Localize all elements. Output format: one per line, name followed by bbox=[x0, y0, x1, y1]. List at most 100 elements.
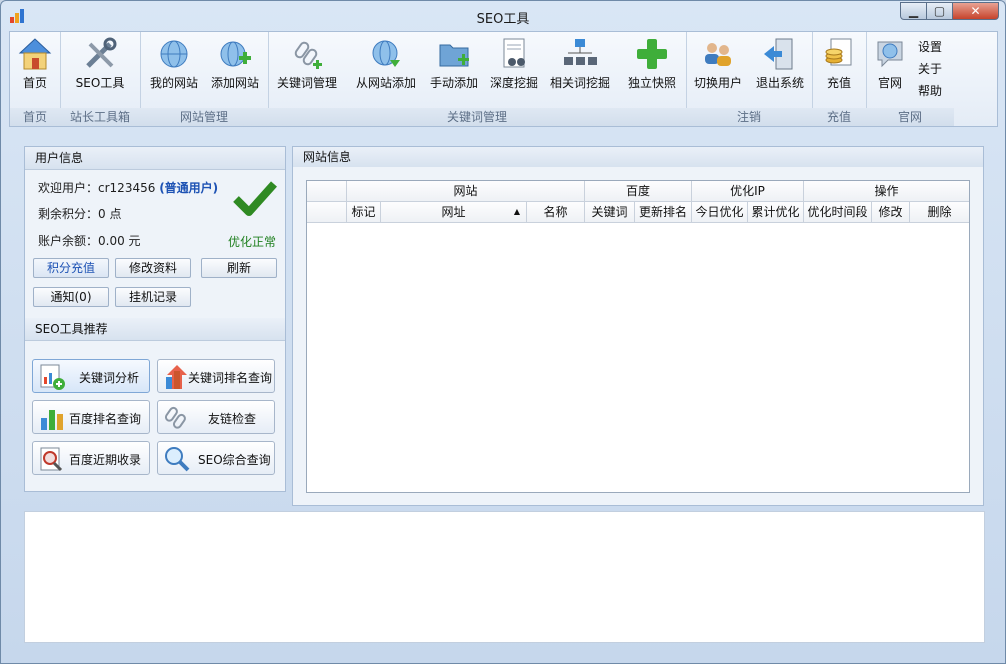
add-from-site-label: 从网站添加 bbox=[354, 74, 418, 91]
checkmark-icon bbox=[232, 179, 278, 222]
home-button[interactable]: 首页 bbox=[12, 34, 58, 106]
manual-add-label: 手动添加 bbox=[428, 74, 480, 91]
grid-group-baidu: 百度 bbox=[585, 181, 692, 202]
globe-icon bbox=[156, 36, 192, 72]
col-mark[interactable]: 标记 bbox=[347, 202, 381, 223]
col-keyword[interactable]: 关键词 bbox=[585, 202, 635, 223]
globe-chat-icon bbox=[872, 36, 908, 72]
seo-overall-query-tool[interactable]: SEO综合查询 bbox=[157, 441, 275, 475]
manual-add-button[interactable]: 手动添加 bbox=[428, 34, 480, 106]
grid-corner bbox=[307, 181, 347, 202]
keyword-rank-query-tool[interactable]: 关键词排名查询 bbox=[157, 359, 275, 393]
keyword-analysis-tool[interactable]: 关键词分析 bbox=[32, 359, 150, 393]
deep-mine-button[interactable]: 深度挖掘 bbox=[488, 34, 540, 106]
related-mine-button[interactable]: 相关词挖掘 bbox=[548, 34, 612, 106]
tools-icon bbox=[82, 36, 118, 72]
notifications-button[interactable]: 通知(0) bbox=[33, 287, 109, 307]
grid-row-header bbox=[307, 202, 347, 223]
welcome-prefix: 欢迎用户： bbox=[38, 181, 98, 195]
unique-snapshot-button[interactable]: 独立快照 bbox=[624, 34, 680, 106]
site-grid[interactable]: 网站 百度 优化IP 操作 标记 网址 ▲ 名称 关键词 更新排名 今日优化 累计… bbox=[306, 180, 970, 493]
points-recharge-button[interactable]: 积分充值 bbox=[33, 258, 109, 278]
recharge-button[interactable]: 充值 bbox=[816, 34, 862, 106]
baidu-recent-index-tool[interactable]: 百度近期收录 bbox=[32, 441, 150, 475]
grid-group-opt-ip: 优化IP bbox=[692, 181, 804, 202]
about-link[interactable]: 关于 bbox=[918, 60, 942, 77]
sort-ascending-icon: ▲ bbox=[514, 202, 520, 222]
keyword-manage-label: 关键词管理 bbox=[274, 74, 340, 91]
my-sites-button[interactable]: 我的网站 bbox=[146, 34, 202, 106]
maximize-button[interactable]: ▢ bbox=[927, 2, 953, 20]
group-keyword-management: 关键词管理 从网站添加 手动添加 深度挖掘 bbox=[268, 32, 687, 126]
group-official: 官网 设置 关于 帮助 官网 bbox=[866, 32, 954, 126]
group-recharge: 充值 充值 bbox=[812, 32, 867, 126]
user-info-header: 用户信息 bbox=[25, 147, 285, 170]
group-site-management: 我的网站 添加网站 网站管理 bbox=[140, 32, 269, 126]
official-site-label: 官网 bbox=[870, 74, 910, 91]
bar-chart-icon bbox=[38, 404, 66, 432]
site-info-panel: 网站信息 网站 百度 优化IP 操作 标记 网址▲ 名称 关键词 更新排名 今日… bbox=[292, 146, 984, 506]
group-label-home: 首页 bbox=[10, 108, 60, 126]
related-mine-label: 相关词挖掘 bbox=[548, 74, 612, 91]
grid-group-actions: 操作 bbox=[804, 181, 969, 202]
add-from-site-button[interactable]: 从网站添加 bbox=[354, 34, 418, 106]
col-update-rank[interactable]: 更新排名 bbox=[635, 202, 692, 223]
plus-icon bbox=[634, 36, 670, 72]
exit-system-button[interactable]: 退出系统 bbox=[752, 34, 808, 106]
left-panel: 用户信息 欢迎用户：cr123456 (普通用户) 剩余积分：0 点 账户余额：… bbox=[24, 146, 286, 492]
help-link[interactable]: 帮助 bbox=[918, 82, 942, 99]
col-url-label: 网址 bbox=[441, 205, 465, 219]
group-label-keyword-management: 关键词管理 bbox=[268, 108, 686, 126]
friend-link-check-tool[interactable]: 友链检查 bbox=[157, 400, 275, 434]
switch-user-button[interactable]: 切换用户 bbox=[690, 34, 746, 106]
globe-import-icon bbox=[368, 36, 404, 72]
keyword-manage-button[interactable]: 关键词管理 bbox=[274, 34, 340, 106]
chart-add-icon bbox=[38, 363, 66, 391]
col-opt-time[interactable]: 优化时间段 bbox=[804, 202, 872, 223]
col-delete[interactable]: 删除 bbox=[910, 202, 969, 223]
log-area[interactable] bbox=[24, 511, 985, 643]
col-today-opt[interactable]: 今日优化 bbox=[692, 202, 748, 223]
folder-add-icon bbox=[436, 36, 472, 72]
baidu-recent-index-label: 百度近期收录 bbox=[69, 451, 141, 468]
keyword-rank-query-label: 关键词排名查询 bbox=[188, 369, 272, 386]
add-site-button[interactable]: 添加网站 bbox=[206, 34, 264, 106]
keyword-analysis-label: 关键词分析 bbox=[79, 369, 139, 386]
users-icon bbox=[700, 36, 736, 72]
refresh-button[interactable]: 刷新 bbox=[201, 258, 277, 278]
seo-tools-button[interactable]: SEO工具 bbox=[70, 34, 130, 106]
deep-mine-label: 深度挖掘 bbox=[488, 74, 540, 91]
group-label-logout: 注销 bbox=[686, 108, 812, 126]
optimization-status: 优化正常 bbox=[228, 233, 276, 250]
grid-group-site: 网站 bbox=[347, 181, 585, 202]
user-type: (普通用户) bbox=[159, 181, 218, 195]
col-edit[interactable]: 修改 bbox=[872, 202, 910, 223]
globe-add-icon bbox=[217, 36, 253, 72]
edit-profile-button[interactable]: 修改资料 bbox=[115, 258, 191, 278]
balance-line: 账户余额：0.00 元 bbox=[38, 232, 141, 249]
exit-door-icon bbox=[762, 36, 798, 72]
group-logout: 切换用户 退出系统 注销 bbox=[686, 32, 813, 126]
minimize-button[interactable]: ▁ bbox=[900, 2, 927, 20]
window-title: SEO工具 bbox=[1, 8, 1005, 27]
coins-document-icon bbox=[821, 36, 857, 72]
my-sites-label: 我的网站 bbox=[146, 74, 202, 91]
link-add-icon bbox=[289, 36, 325, 72]
exit-system-label: 退出系统 bbox=[752, 74, 808, 91]
baidu-rank-query-tool[interactable]: 百度排名查询 bbox=[32, 400, 150, 434]
baidu-rank-query-label: 百度排名查询 bbox=[69, 410, 141, 427]
username: cr123456 bbox=[98, 181, 155, 195]
magnifier-chart-icon bbox=[38, 445, 66, 473]
col-name[interactable]: 名称 bbox=[527, 202, 585, 223]
friend-link-check-label: 友链检查 bbox=[208, 410, 256, 427]
settings-link[interactable]: 设置 bbox=[918, 38, 942, 55]
unique-snapshot-label: 独立快照 bbox=[624, 74, 680, 91]
close-button[interactable]: ✕ bbox=[953, 2, 999, 20]
seo-tools-label: SEO工具 bbox=[70, 74, 130, 91]
official-site-button[interactable]: 官网 bbox=[870, 34, 910, 106]
col-total-opt[interactable]: 累计优化 bbox=[748, 202, 804, 223]
home-icon bbox=[17, 36, 53, 72]
col-url[interactable]: 网址 ▲ bbox=[381, 202, 527, 223]
rank-arrow-icon bbox=[163, 363, 191, 391]
hangup-log-button[interactable]: 挂机记录 bbox=[115, 287, 191, 307]
